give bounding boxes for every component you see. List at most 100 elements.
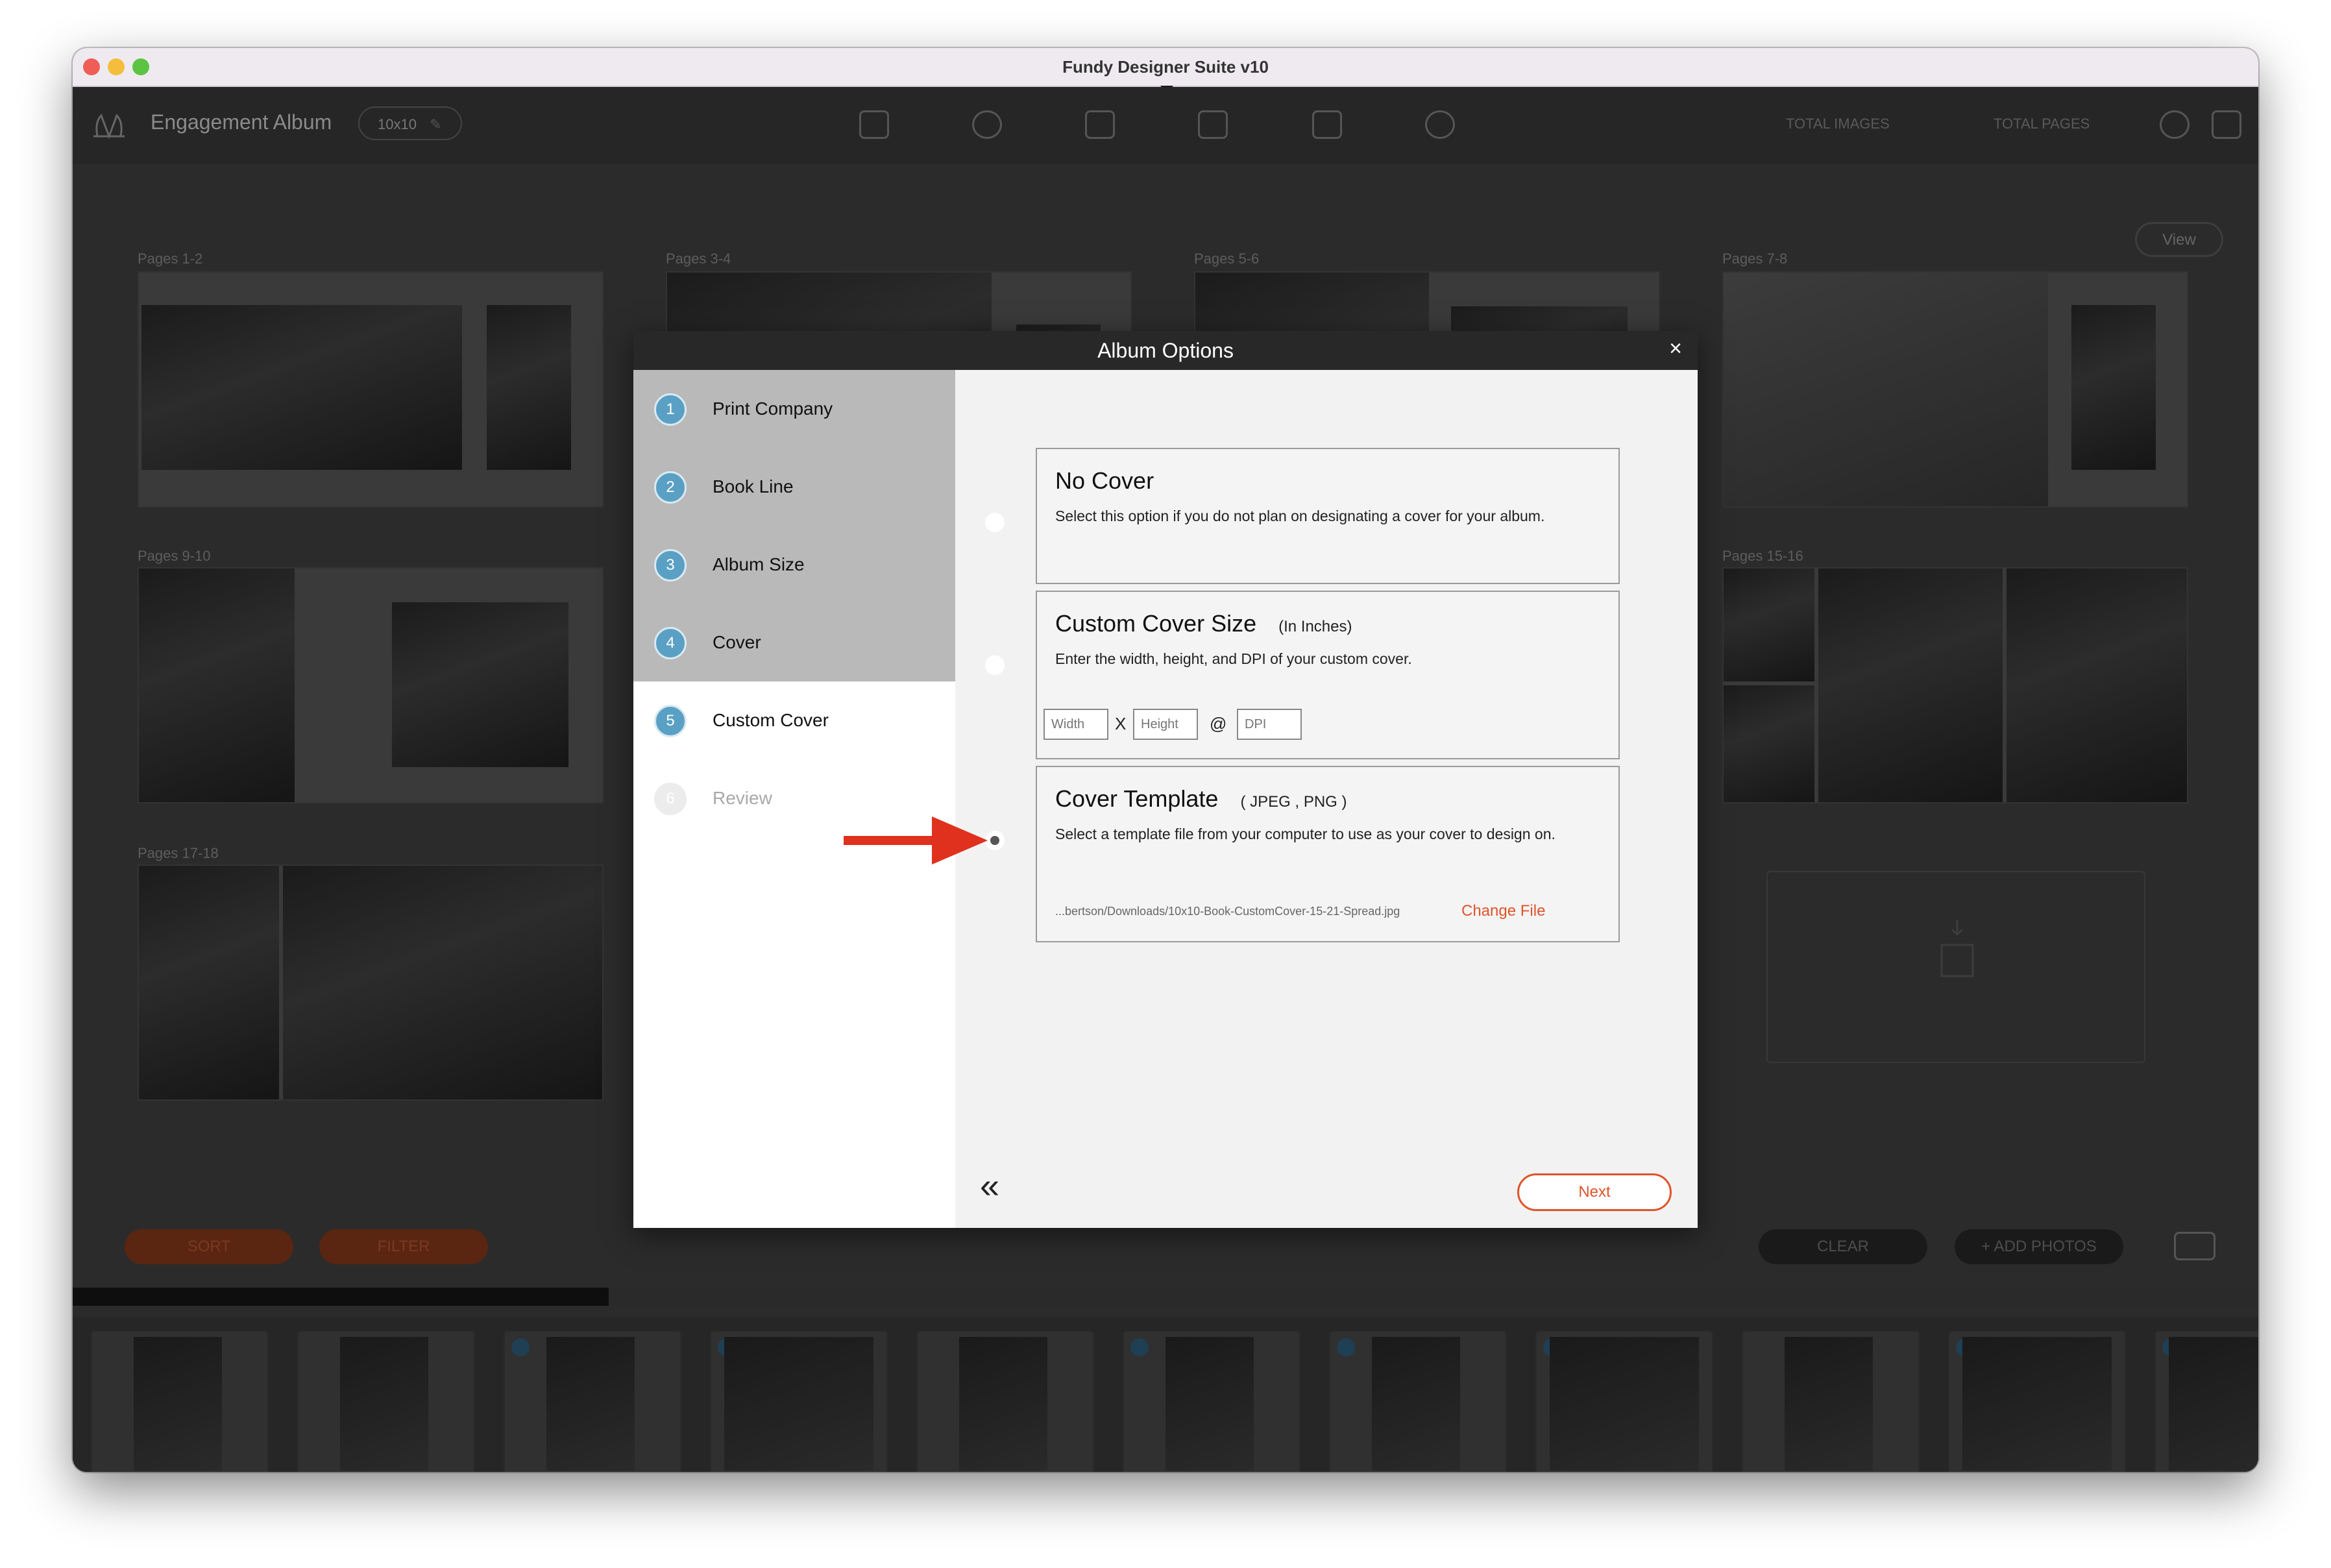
design-mode-icon[interactable]: [859, 110, 889, 139]
filmstrip-thumb[interactable]: ☆☆☆☆☆♡: [1535, 1330, 1713, 1472]
option-description: Select a template file from your compute…: [1055, 826, 1556, 842]
spread-label: Pages 17-18: [138, 845, 219, 861]
spread-photo: [1724, 569, 1814, 681]
album-size-pill[interactable]: 10x10 ✎: [358, 106, 462, 140]
album-size-label: 10x10: [378, 116, 417, 132]
spread-label: Pages 1-2: [138, 251, 203, 267]
width-input[interactable]: [1043, 709, 1108, 740]
spread-label: Pages 5-6: [1194, 251, 1260, 267]
filmstrip-thumb[interactable]: ☆☆☆☆☆♡: [710, 1330, 888, 1472]
red-arrow-pointer-icon: [844, 816, 988, 864]
total-images-stat: TOTAL IMAGES: [1786, 116, 1890, 132]
spread-label: Pages 9-10: [138, 548, 211, 564]
filmstrip-thumb[interactable]: ☆☆☆☆☆♡: [1123, 1330, 1300, 1472]
spread-photo: [392, 602, 568, 767]
gallery-icon[interactable]: [1425, 110, 1455, 139]
next-button[interactable]: Next: [1517, 1173, 1672, 1211]
option-title-row: Cover Template ( JPEG , PNG ): [1055, 785, 1347, 813]
filmstrip-thumb[interactable]: ☆☆☆☆☆♡: [916, 1330, 1094, 1472]
view-button[interactable]: View: [2135, 222, 2223, 257]
filmstrip-thumb[interactable]: ☆☆☆☆☆♡: [1329, 1330, 1507, 1472]
option-subtitle: ( JPEG , PNG ): [1240, 793, 1347, 811]
spread-photo: [283, 866, 602, 1099]
spread-pages-1-2[interactable]: [138, 271, 604, 508]
clear-button[interactable]: CLEAR: [1759, 1229, 1927, 1264]
filmstrip-scrollbar[interactable]: [73, 1288, 2258, 1306]
step-print-company[interactable]: 1 Print Company: [633, 370, 955, 448]
lotus-logo-icon[interactable]: [90, 106, 128, 143]
export-icon[interactable]: [2212, 110, 2241, 139]
cards-icon[interactable]: [1198, 110, 1228, 139]
step-label: Print Company: [713, 398, 833, 419]
step-cover[interactable]: 4 Cover: [633, 604, 955, 681]
dialog-header: Album Options ×: [633, 331, 1698, 370]
step-number: 2: [654, 471, 687, 504]
spread-pages-17-18[interactable]: [138, 864, 604, 1101]
spread-label: Pages 3-4: [666, 251, 731, 267]
cover-template-option[interactable]: Cover Template ( JPEG , PNG ) Select a te…: [1036, 766, 1620, 942]
spread-pages-15-16[interactable]: [1722, 567, 2188, 803]
edit-pencil-icon[interactable]: ✎: [430, 116, 441, 132]
option-title: Custom Cover Size: [1055, 610, 1257, 637]
option-subtitle: (In Inches): [1278, 618, 1352, 635]
at-separator: @: [1210, 714, 1227, 733]
album-options-dialog: Album Options × 1 Print Company 2 Book L…: [633, 331, 1698, 1228]
filter-button[interactable]: FILTER: [319, 1229, 488, 1264]
proof-chat-icon[interactable]: [972, 110, 1002, 139]
step-number: 1: [654, 393, 687, 426]
step-label: Cover: [713, 632, 761, 652]
filmstrip-thumb[interactable]: ☆☆☆☆☆♡: [297, 1330, 475, 1472]
filmstrip-thumb[interactable]: ☆☆☆☆☆♡: [1948, 1330, 2126, 1472]
filmstrip-thumb[interactable]: ☆☆☆☆☆♡: [1742, 1330, 1920, 1472]
option-title-row: Custom Cover Size (In Inches): [1055, 610, 1352, 637]
spread-photo: [139, 569, 295, 802]
option-description: Enter the width, height, and DPI of your…: [1055, 650, 1412, 667]
step-label: Album Size: [713, 554, 805, 574]
wizard-steps: 1 Print Company 2 Book Line 3 Album Size…: [633, 370, 955, 1228]
option-title: Cover Template: [1055, 785, 1219, 812]
fullscreen-gallery-icon[interactable]: [2174, 1232, 2215, 1260]
change-file-link[interactable]: Change File: [1461, 902, 1545, 920]
step-number: 3: [654, 549, 687, 582]
spread-label: Pages 15-16: [1722, 548, 1803, 564]
top-bar: Engagement Album 10x10 ✎ TOTAL IMAGES TO…: [73, 87, 2258, 164]
dialog-title: Album Options: [1097, 339, 1234, 362]
filmstrip-thumb[interactable]: ☆☆☆☆☆♡: [504, 1330, 681, 1472]
height-input[interactable]: [1133, 709, 1198, 740]
step-number: 6: [654, 783, 687, 815]
custom-size-radio[interactable]: [985, 655, 1005, 675]
spread-label: Pages 7-8: [1722, 251, 1788, 267]
custom-size-option[interactable]: Custom Cover Size (In Inches) Enter the w…: [1036, 591, 1620, 759]
no-cover-radio[interactable]: [985, 513, 1005, 532]
step-label: Review: [713, 788, 772, 808]
close-icon[interactable]: ×: [1663, 336, 1689, 361]
no-cover-option[interactable]: No Cover Select this option if you do no…: [1036, 448, 1620, 584]
settings-gear-icon[interactable]: [2160, 110, 2190, 139]
title-bar: Fundy Designer Suite v10: [73, 48, 2258, 87]
filmstrip-thumb[interactable]: ☆☆☆☆☆♡: [91, 1330, 269, 1472]
add-spread-dropzone[interactable]: [1766, 871, 2145, 1063]
layout-icon[interactable]: [1312, 110, 1342, 139]
step-label: Book Line: [713, 476, 794, 496]
scrollbar-thumb[interactable]: [73, 1288, 609, 1306]
spread-photo: [2007, 569, 2187, 802]
dpi-input[interactable]: [1237, 709, 1302, 740]
add-photos-button[interactable]: + ADD PHOTOS: [1955, 1229, 2123, 1264]
step-album-size[interactable]: 3 Album Size: [633, 526, 955, 604]
add-spread-icon: [1940, 920, 1974, 977]
step-custom-cover[interactable]: 5 Custom Cover: [633, 681, 955, 759]
sort-button[interactable]: SORT: [125, 1229, 293, 1264]
option-title: No Cover: [1055, 467, 1154, 494]
option-description: Select this option if you do not plan on…: [1055, 508, 1545, 524]
spread-pages-9-10[interactable]: [138, 567, 604, 803]
step-book-line[interactable]: 2 Book Line: [633, 448, 955, 526]
back-double-chevron-icon[interactable]: «: [980, 1168, 999, 1203]
album-name[interactable]: Engagement Album: [151, 110, 332, 134]
total-pages-stat: TOTAL PAGES: [1994, 116, 2090, 132]
spread-photo: [2071, 305, 2156, 470]
spread-pages-7-8[interactable]: [1722, 271, 2188, 508]
times-separator: X: [1115, 714, 1127, 733]
spread-photo: [141, 305, 462, 470]
filmstrip-thumb[interactable]: ☆☆☆☆☆♡: [2154, 1330, 2258, 1472]
wall-art-icon[interactable]: [1085, 110, 1115, 139]
